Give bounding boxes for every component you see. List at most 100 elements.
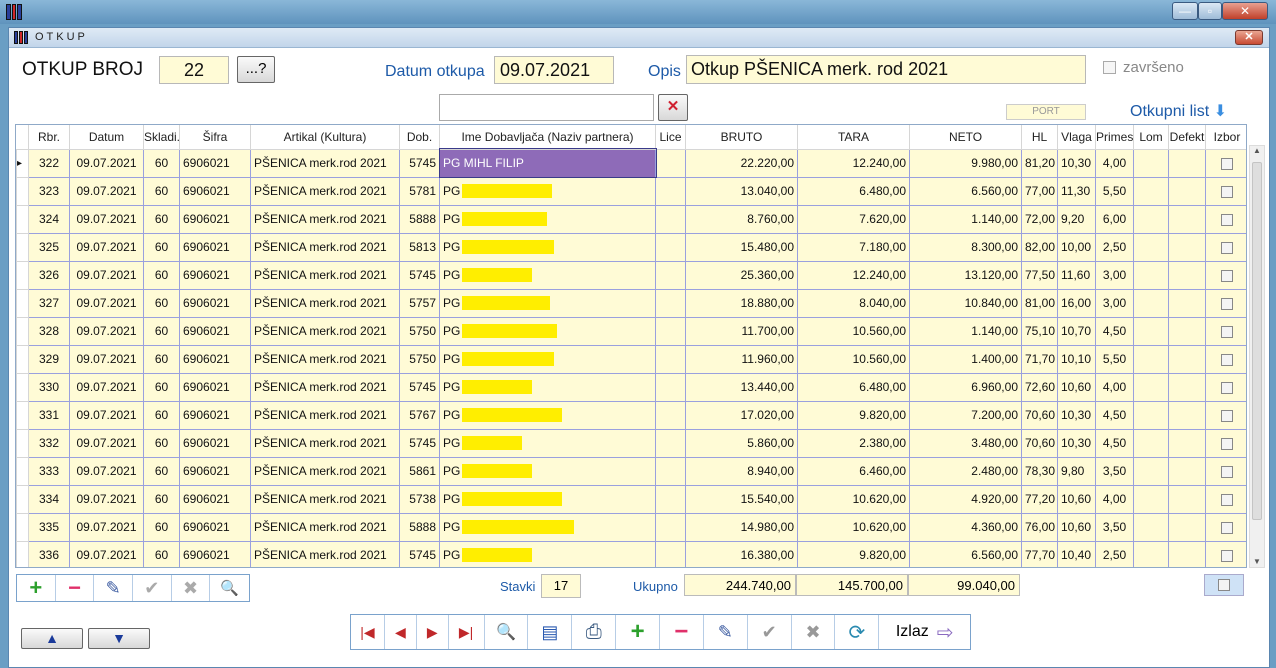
cell-vlaga[interactable]: 11,30 — [1057, 176, 1096, 206]
cell-neto[interactable]: 10.840,00 — [909, 288, 1022, 318]
remove-row-button[interactable]: − — [56, 575, 95, 601]
cell-defekt[interactable] — [1168, 428, 1206, 458]
cell-izbor[interactable] — [1205, 400, 1246, 430]
cell-lom[interactable] — [1133, 204, 1169, 234]
remove-button[interactable]: − — [660, 615, 704, 649]
cell-lice[interactable] — [655, 428, 686, 458]
cell-lice[interactable] — [655, 400, 686, 430]
cell-bruto[interactable]: 11.700,00 — [685, 316, 798, 346]
cell-hl[interactable]: 77,00 — [1021, 176, 1058, 206]
cell-artikal[interactable]: PŠENICA merk.rod 2021 — [250, 400, 400, 430]
cell-rbr[interactable]: 328 — [28, 316, 70, 346]
cell-rbr[interactable]: 330 — [28, 372, 70, 402]
cell-defekt[interactable] — [1168, 456, 1206, 486]
cell-sifra[interactable]: 6906021 — [179, 428, 251, 458]
cell-tara[interactable]: 7.180,00 — [797, 232, 910, 262]
cell-tara[interactable]: 7.620,00 — [797, 204, 910, 234]
column-header-hl[interactable]: HL — [1021, 125, 1058, 150]
cell-lom[interactable] — [1133, 344, 1169, 374]
cell-datum[interactable]: 09.07.2021 — [69, 232, 144, 262]
izbor-checkbox[interactable] — [1221, 325, 1233, 338]
cell-lom[interactable] — [1133, 288, 1169, 318]
cell-vlaga[interactable]: 16,00 — [1057, 288, 1096, 318]
cell-vlaga[interactable]: 10,40 — [1057, 540, 1096, 567]
cell-lom[interactable] — [1133, 400, 1169, 430]
row-indicator[interactable] — [16, 400, 29, 430]
row-indicator[interactable] — [16, 176, 29, 206]
cell-vlaga[interactable]: 10,10 — [1057, 344, 1096, 374]
cell-hl[interactable]: 78,30 — [1021, 456, 1058, 486]
cell-rbr[interactable]: 329 — [28, 344, 70, 374]
cell-primes[interactable]: 3,50 — [1095, 512, 1134, 542]
cell-lice[interactable] — [655, 232, 686, 262]
cell-skladiste[interactable]: 60 — [143, 540, 180, 567]
cell-datum[interactable]: 09.07.2021 — [69, 316, 144, 346]
row-indicator[interactable] — [16, 344, 29, 374]
cell-tara[interactable]: 10.620,00 — [797, 512, 910, 542]
cell-bruto[interactable]: 16.380,00 — [685, 540, 798, 567]
port-field[interactable]: PORT — [1006, 104, 1086, 120]
cell-izbor[interactable] — [1205, 372, 1246, 402]
cell-artikal[interactable]: PŠENICA merk.rod 2021 — [250, 428, 400, 458]
cell-dobavljac[interactable]: 5888 — [399, 204, 440, 234]
last-record-button[interactable]: ▶| — [449, 615, 485, 649]
prev-record-button[interactable]: ◀ — [385, 615, 417, 649]
cell-defekt[interactable] — [1168, 176, 1206, 206]
scroll-thumb[interactable] — [1252, 162, 1262, 520]
cell-izbor[interactable] — [1205, 176, 1246, 206]
cell-dobavljac[interactable]: 5888 — [399, 512, 440, 542]
column-header-lom[interactable]: Lom — [1133, 125, 1169, 150]
cell-artikal[interactable]: PŠENICA merk.rod 2021 — [250, 540, 400, 567]
cell-bruto[interactable]: 22.220,00 — [685, 148, 798, 178]
cell-rbr[interactable]: 335 — [28, 512, 70, 542]
cell-rbr[interactable]: 323 — [28, 176, 70, 206]
cell-primes[interactable]: 3,50 — [1095, 456, 1134, 486]
cell-datum[interactable]: 09.07.2021 — [69, 260, 144, 290]
cell-datum[interactable]: 09.07.2021 — [69, 344, 144, 374]
cell-sifra[interactable]: 6906021 — [179, 512, 251, 542]
otkup-broj-field[interactable]: 22 — [159, 56, 229, 84]
cell-skladiste[interactable]: 60 — [143, 428, 180, 458]
cell-primes[interactable]: 4,00 — [1095, 372, 1134, 402]
cell-bruto[interactable]: 25.360,00 — [685, 260, 798, 290]
cell-dobavljac[interactable]: 5745 — [399, 428, 440, 458]
cell-hl[interactable]: 77,20 — [1021, 484, 1058, 514]
exit-button[interactable]: Izlaz ⇨ — [879, 615, 970, 649]
cell-sifra[interactable]: 6906021 — [179, 232, 251, 262]
cell-defekt[interactable] — [1168, 204, 1206, 234]
cell-defekt[interactable] — [1168, 400, 1206, 430]
column-header-bruto[interactable]: BRUTO — [685, 125, 798, 150]
table-row[interactable]: 334 09.07.2021 60 6906021 PŠENICA merk.rod 2… — [16, 484, 1246, 514]
cell-rbr[interactable]: 322 — [28, 148, 70, 178]
cell-primes[interactable]: 6,00 — [1095, 204, 1134, 234]
table-row[interactable]: ▸ 322 09.07.2021 60 6906021 PŠENICA merk.rod … — [16, 148, 1246, 178]
cell-sifra[interactable]: 6906021 — [179, 400, 251, 430]
cell-datum[interactable]: 09.07.2021 — [69, 400, 144, 430]
cell-dobavljac[interactable]: 5745 — [399, 148, 440, 178]
cell-defekt[interactable] — [1168, 512, 1206, 542]
cell-datum[interactable]: 09.07.2021 — [69, 456, 144, 486]
cell-hl[interactable]: 81,20 — [1021, 148, 1058, 178]
find-button[interactable]: 🔍 — [485, 615, 529, 649]
cell-neto[interactable]: 4.920,00 — [909, 484, 1022, 514]
cell-sifra[interactable]: 6906021 — [179, 316, 251, 346]
cell-defekt[interactable] — [1168, 372, 1206, 402]
column-header-lice[interactable]: Lice — [655, 125, 686, 150]
cell-vlaga[interactable]: 11,60 — [1057, 260, 1096, 290]
cell-ime-dobavljaca[interactable]: PG — [439, 176, 656, 206]
cell-ime-dobavljaca[interactable]: PG — [439, 344, 656, 374]
izbor-checkbox[interactable] — [1221, 213, 1233, 226]
cell-lom[interactable] — [1133, 540, 1169, 567]
cell-artikal[interactable]: PŠENICA merk.rod 2021 — [250, 316, 400, 346]
izbor-checkbox[interactable] — [1221, 493, 1233, 506]
cell-rbr[interactable]: 324 — [28, 204, 70, 234]
search-input[interactable] — [439, 94, 654, 121]
cell-sifra[interactable]: 6906021 — [179, 484, 251, 514]
cell-bruto[interactable]: 13.040,00 — [685, 176, 798, 206]
cell-ime-dobavljaca[interactable]: PG — [439, 484, 656, 514]
cell-sifra[interactable]: 6906021 — [179, 148, 251, 178]
cell-skladiste[interactable]: 60 — [143, 512, 180, 542]
cell-tara[interactable]: 10.560,00 — [797, 316, 910, 346]
cell-tara[interactable]: 2.380,00 — [797, 428, 910, 458]
cell-neto[interactable]: 7.200,00 — [909, 400, 1022, 430]
